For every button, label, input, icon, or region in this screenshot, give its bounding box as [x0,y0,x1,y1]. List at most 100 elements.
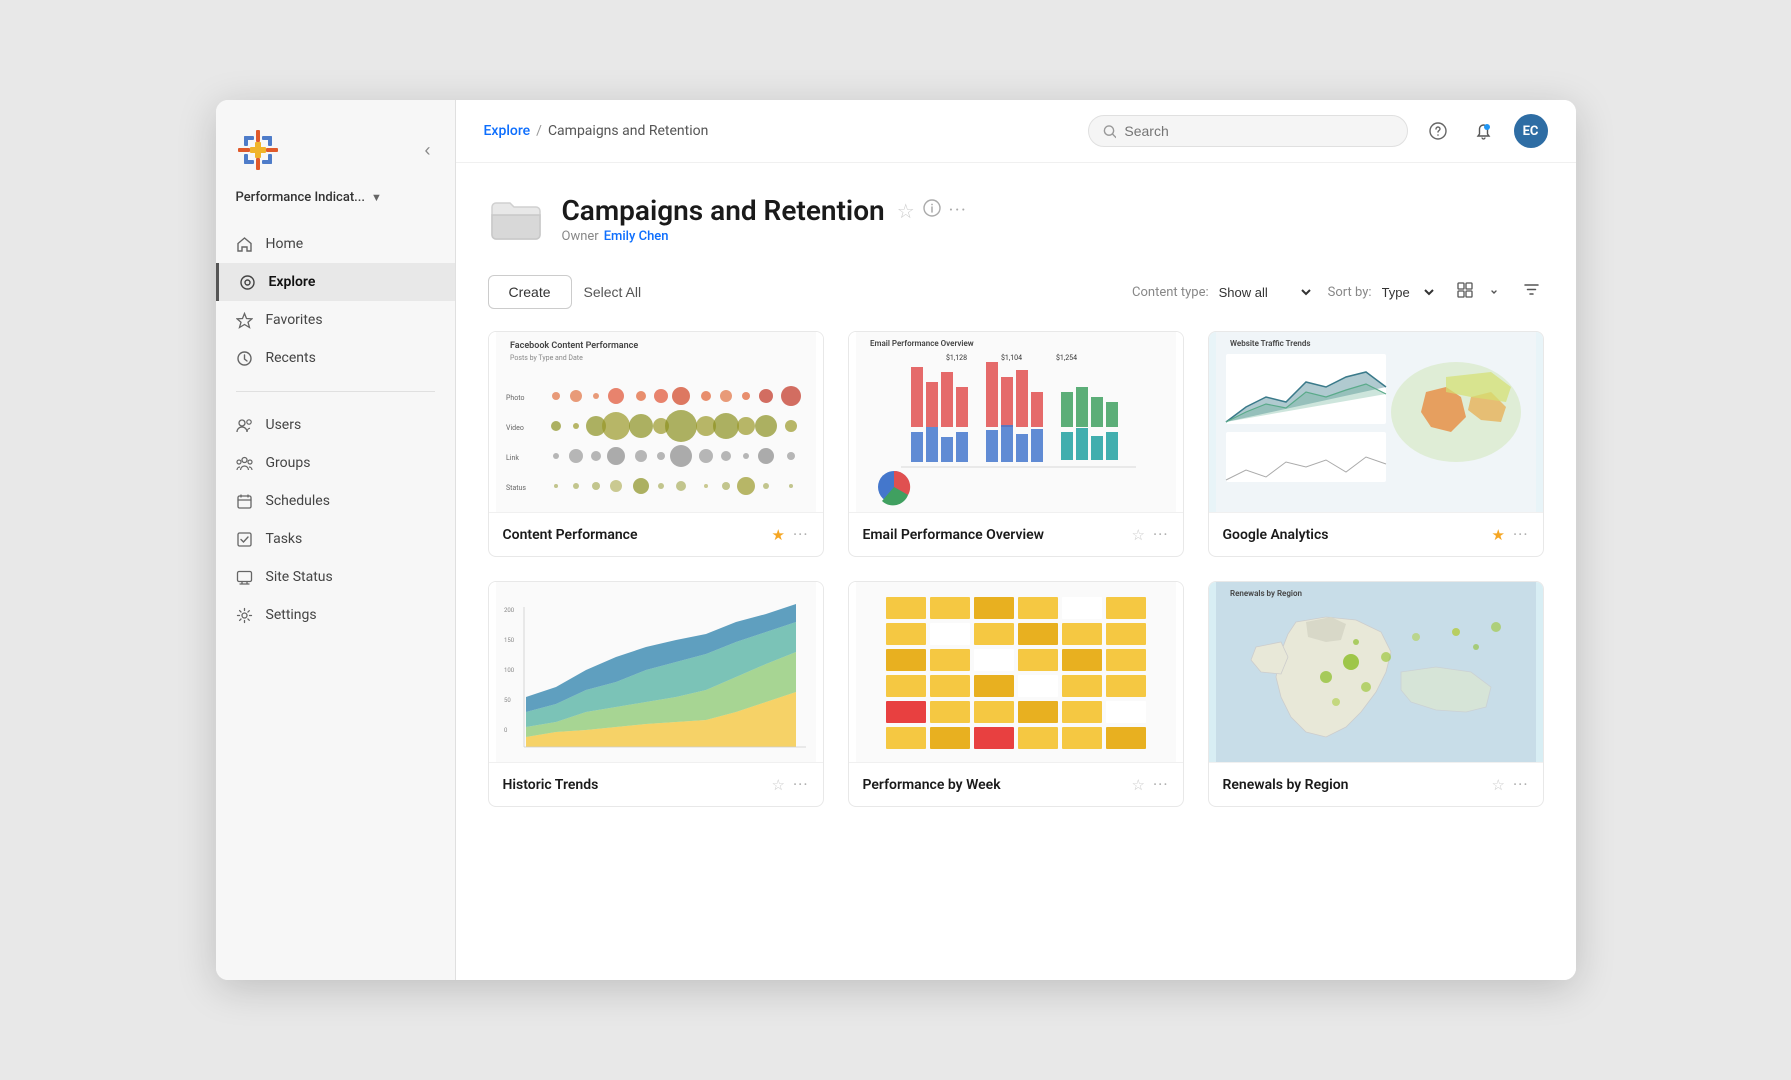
card-historic-trends[interactable]: 200 150 100 50 0 [488,581,824,807]
card-title-google-analytics: Google Analytics [1223,527,1329,543]
card-actions-historic-trends: ☆ ··· [772,775,809,794]
card-footer-email-performance: Email Performance Overview ☆ ··· [849,512,1183,556]
card-actions-google-analytics: ★ ··· [1492,525,1529,544]
card-performance-by-week[interactable]: Performance by Week ☆ ··· [848,581,1184,807]
sidebar-item-schedules[interactable]: Schedules [216,482,455,520]
create-button[interactable]: Create [488,275,572,309]
card-more-historic-trends[interactable]: ··· [793,775,809,794]
sidebar-collapse-button[interactable]: ‹ [421,136,435,165]
card-star-google-analytics[interactable]: ★ [1492,526,1505,544]
svg-text:Status: Status [506,484,526,492]
favorites-icon [236,311,254,329]
card-thumbnail-renewals-by-region: Renewals by Region [1209,582,1543,762]
notifications-button[interactable] [1468,115,1500,147]
toolbar-right: Content type: Show all Workbooks Views D… [1132,277,1543,307]
sidebar-divider [236,391,435,392]
card-more-renewals-by-region[interactable]: ··· [1513,775,1529,794]
sidebar-item-favorites[interactable]: Favorites [216,301,455,339]
info-icon[interactable] [923,199,941,222]
content-type-select[interactable]: Show all Workbooks Views Data Sources [1215,284,1314,301]
svg-text:Email Performance Overview: Email Performance Overview [870,339,974,348]
cards-grid: Facebook Content Performance Posts by Ty… [488,331,1544,807]
sidebar-item-home-label: Home [266,236,304,252]
topbar-right: EC [1088,114,1548,148]
card-star-email-performance[interactable]: ☆ [1132,526,1145,544]
sidebar-nav: Home Explore Favorites Rec [216,221,455,381]
sidebar-admin-nav: Users Groups Schedules Tas [216,402,455,638]
breadcrumb-explore-link[interactable]: Explore [484,123,531,139]
breadcrumb: Explore / Campaigns and Retention [484,123,709,139]
help-button[interactable] [1422,115,1454,147]
search-bar[interactable] [1088,115,1408,147]
avatar[interactable]: EC [1514,114,1548,148]
sidebar-item-site-status[interactable]: Site Status [216,558,455,596]
sidebar-item-recents[interactable]: Recents [216,339,455,377]
owner-row: Owner Emily Chen [562,229,968,244]
card-title-email-performance: Email Performance Overview [863,527,1044,543]
card-title-performance-by-week: Performance by Week [863,777,1001,793]
card-more-google-analytics[interactable]: ··· [1513,525,1529,544]
workspace-chevron-icon: ▼ [371,191,382,204]
card-more-content-performance[interactable]: ··· [793,525,809,544]
sidebar-item-home[interactable]: Home [216,225,455,263]
svg-text:Renewals by Region: Renewals by Region [1230,589,1303,598]
tableau-logo [236,128,280,172]
sidebar-item-settings[interactable]: Settings [216,596,455,634]
workspace-selector[interactable]: Performance Indicat... ▼ [216,184,455,221]
toolbar: Create Select All Content type: Show all… [488,275,1544,309]
svg-text:$1,128: $1,128 [946,354,967,362]
card-actions-performance-by-week: ☆ ··· [1132,775,1169,794]
card-content-performance[interactable]: Facebook Content Performance Posts by Ty… [488,331,824,557]
card-star-historic-trends[interactable]: ☆ [772,776,785,794]
sidebar: ‹ Performance Indicat... ▼ Home Explore [216,100,456,980]
sidebar-item-groups[interactable]: Groups [216,444,455,482]
select-all-button[interactable]: Select All [584,284,642,300]
grid-view-icon [1457,282,1473,298]
breadcrumb-separator: / [536,123,542,139]
card-thumbnail-performance-by-week [849,582,1183,762]
more-options-icon[interactable]: ··· [949,200,968,221]
filter-icon [1523,281,1540,298]
grid-view-button[interactable] [1451,278,1479,306]
card-footer-content-performance: Content Performance ★ ··· [489,512,823,556]
page-title-row: Campaigns and Retention ☆ ··· [562,194,968,227]
card-star-renewals-by-region[interactable]: ☆ [1492,776,1505,794]
card-email-performance[interactable]: Email Performance Overview $1,128 $1,104… [848,331,1184,557]
workspace-name: Performance Indicat... [236,190,366,205]
card-actions-renewals-by-region: ☆ ··· [1492,775,1529,794]
card-actions-content-performance: ★ ··· [772,525,809,544]
card-google-analytics[interactable]: Website Traffic Trends [1208,331,1544,557]
schedules-icon [236,492,254,510]
card-renewals-by-region[interactable]: Renewals by Region [1208,581,1544,807]
sidebar-item-explore-label: Explore [269,274,316,290]
sidebar-item-tasks[interactable]: Tasks [216,520,455,558]
sort-by-select[interactable]: Type Name Date Owner [1378,284,1437,301]
chevron-view-button[interactable] [1483,280,1505,305]
sidebar-item-explore[interactable]: Explore [216,263,455,301]
sidebar-item-recents-label: Recents [266,350,316,366]
page-title: Campaigns and Retention [562,194,885,227]
bell-icon [1475,123,1492,140]
filter-button[interactable] [1519,277,1544,307]
sidebar-item-tasks-label: Tasks [266,531,303,547]
view-toggle [1451,278,1505,306]
card-more-email-performance[interactable]: ··· [1153,525,1169,544]
card-footer-performance-by-week: Performance by Week ☆ ··· [849,762,1183,806]
sidebar-item-users[interactable]: Users [216,406,455,444]
favorite-star-icon[interactable]: ☆ [897,199,915,223]
card-more-performance-by-week[interactable]: ··· [1153,775,1169,794]
search-input[interactable] [1124,123,1392,139]
sidebar-item-settings-label: Settings [266,607,317,623]
sidebar-logo-area: ‹ [216,100,455,184]
page-title-area: Campaigns and Retention ☆ ··· Owner Emil… [562,194,968,244]
sidebar-item-schedules-label: Schedules [266,493,330,509]
card-star-content-performance[interactable]: ★ [772,526,785,544]
svg-text:$1,104: $1,104 [1001,354,1022,362]
svg-text:100: 100 [504,667,515,674]
owner-name[interactable]: Emily Chen [604,229,669,244]
users-icon [236,416,254,434]
card-title-content-performance: Content Performance [503,527,638,543]
card-star-performance-by-week[interactable]: ☆ [1132,776,1145,794]
folder-icon [488,191,544,247]
content-type-filter: Content type: Show all Workbooks Views D… [1132,284,1314,301]
